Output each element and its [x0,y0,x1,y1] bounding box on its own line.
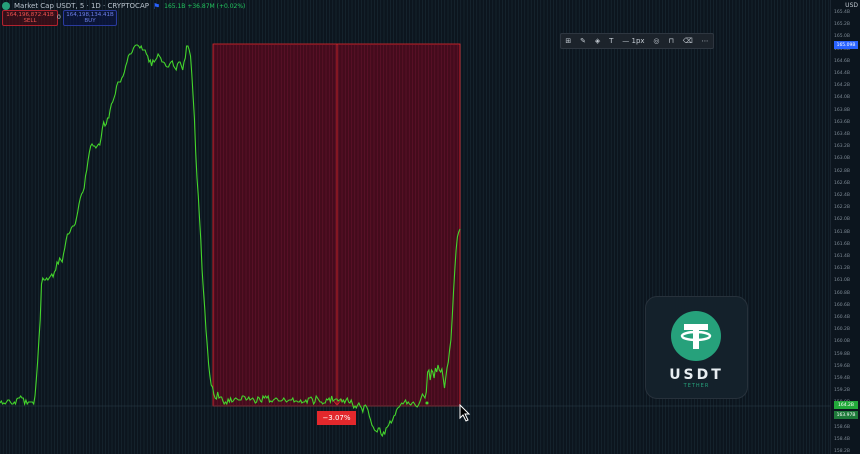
price-tick-label: 160.8B [834,290,850,296]
price-tick-label: 159.8B [834,351,850,357]
usdt-logo: USDT TETHER [645,296,748,399]
price-tick-label: 162.4B [834,193,850,198]
price-tick-label: 162.6B [834,180,850,186]
grid-icon[interactable]: ⊞ [565,37,571,45]
sell-label: SELL [23,18,37,24]
price-tick-label: 161.2B [834,266,850,272]
price-tick-label: 165.0B [834,34,850,40]
price-tick-label: 164.0B [834,95,850,101]
mouse-cursor-icon [459,404,471,422]
price-tick-label: 161.4B [834,254,850,259]
price-tag-current-2: 163.97B [834,411,858,419]
price-tag-high: 165.09B [834,41,858,49]
buy-label: BUY [84,18,96,24]
logo-subtitle: TETHER [683,383,710,389]
tether-icon [671,311,721,361]
flag-icon[interactable]: ⚑ [153,2,160,11]
price-tick-label: 161.6B [834,241,850,247]
price-tick-label: 163.0B [834,156,850,162]
line-width-label: 1px [631,37,645,45]
price-tick-label: 163.8B [834,107,850,113]
lock-icon[interactable]: ⊓ [668,37,673,45]
price-tick-label: 161.8B [834,229,850,235]
line-width-selector[interactable]: — 1px [622,37,644,45]
price-tick-label: 162.0B [834,217,850,223]
symbol-title[interactable]: Market Cap USDT, 5 · 1D · CRYPTOCAP [14,2,149,10]
price-tick-label: 161.0B [834,278,850,284]
price-tick-label: 159.2B [834,388,850,394]
price-tick-label: 160.4B [834,315,850,320]
more-icon[interactable]: ⋯ [701,37,708,45]
measure-percent-badge: −3.07% [317,411,356,425]
price-tag-current: 164.2B [834,401,858,409]
price-tick-label: 163.6B [834,119,850,125]
price-tick-label: 162.8B [834,168,850,174]
axis-currency[interactable]: USD [845,2,858,9]
circle-icon[interactable]: ◎ [653,37,659,45]
fill-icon[interactable]: ◈ [595,37,600,45]
price-tick-label: 160.6B [834,302,850,308]
price-tick-label: 162.2B [834,205,850,211]
price-tick-label: 164.2B [834,83,850,89]
price-tick-label: 164.6B [834,58,850,64]
text-icon[interactable]: T [609,37,613,45]
price-tick-label: 160.2B [834,327,850,333]
current-price-dot [425,401,429,405]
measure-range-box[interactable] [212,43,461,407]
logo-title: USDT [669,367,724,383]
price-tick-label: 158.6B [834,424,850,430]
spread-value: 0 [57,14,61,21]
price-tick-label: 165.4B [834,10,850,15]
trash-icon[interactable]: ⌫ [683,37,693,45]
price-tick-label: 159.4B [834,376,850,381]
price-tick-label: 158.2B [834,449,850,454]
price-tick-label: 164.4B [834,71,850,76]
tether-symbol-icon [2,2,10,10]
buy-button[interactable]: 164,198,134.41B BUY [63,10,117,26]
price-tick-label: 165.2B [834,22,850,28]
price-tick-label: 159.6B [834,363,850,369]
pencil-icon[interactable]: ✎ [580,37,586,45]
sell-button[interactable]: 164,196,872.41B SELL [2,10,58,26]
price-tick-label: 163.2B [834,144,850,150]
price-tick-label: 160.0B [834,339,850,345]
price-tick-label: 158.4B [834,437,850,442]
price-stats: 165.1B +36.87M (+0.02%) [164,2,246,10]
price-tick-label: 163.4B [834,132,850,137]
price-axis[interactable]: 165.4B 165.2B 165.0B 164.8B 164.6B 164.4B 164.… [830,0,860,454]
drawing-toolbar: ⊞ ✎ ◈ T — 1px ◎ ⊓ ⌫ ⋯ [560,33,714,49]
